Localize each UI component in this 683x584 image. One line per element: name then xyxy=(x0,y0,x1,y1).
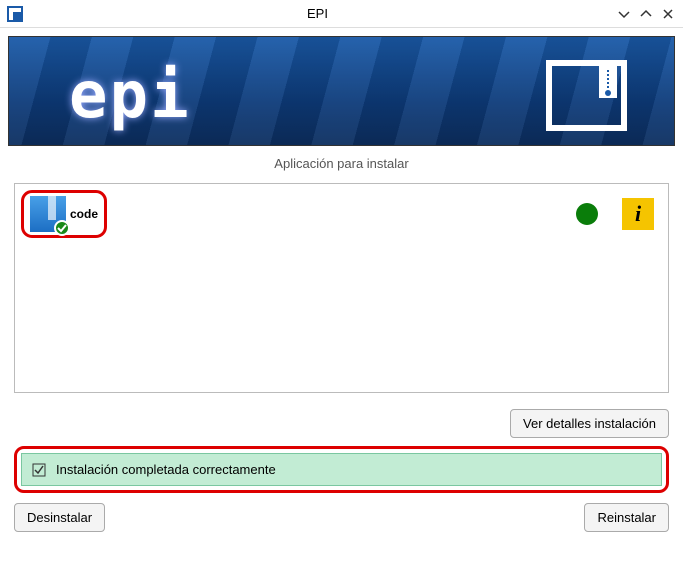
status-indicator-icon xyxy=(576,203,598,225)
view-details-button[interactable]: Ver detalles instalación xyxy=(510,409,669,438)
info-button[interactable]: i xyxy=(622,198,654,230)
checkbox-checked-icon xyxy=(32,463,46,477)
package-logo-icon xyxy=(544,55,634,135)
package-icon xyxy=(30,196,66,232)
app-icon xyxy=(6,5,24,23)
uninstall-button[interactable]: Desinstalar xyxy=(14,503,105,532)
app-list: code i xyxy=(14,183,669,393)
app-highlight: code xyxy=(21,190,107,238)
status-banner-highlight: Instalación completada correctamente xyxy=(14,446,669,493)
app-name: code xyxy=(70,207,98,221)
installed-check-icon xyxy=(54,220,70,236)
status-message: Instalación completada correctamente xyxy=(56,462,276,477)
window-title: EPI xyxy=(24,6,611,21)
reinstall-button[interactable]: Reinstalar xyxy=(584,503,669,532)
epi-logo: epi xyxy=(69,59,191,133)
details-row: Ver detalles instalación xyxy=(0,405,683,440)
maximize-button[interactable] xyxy=(637,5,655,23)
app-row: code i xyxy=(21,190,662,238)
titlebar: EPI xyxy=(0,0,683,28)
minimize-button[interactable] xyxy=(615,5,633,23)
close-button[interactable] xyxy=(659,5,677,23)
bottom-buttons: Desinstalar Reinstalar xyxy=(0,499,683,542)
subtitle: Aplicación para instalar xyxy=(0,156,683,171)
banner: epi xyxy=(8,36,675,146)
status-banner: Instalación completada correctamente xyxy=(21,453,662,486)
